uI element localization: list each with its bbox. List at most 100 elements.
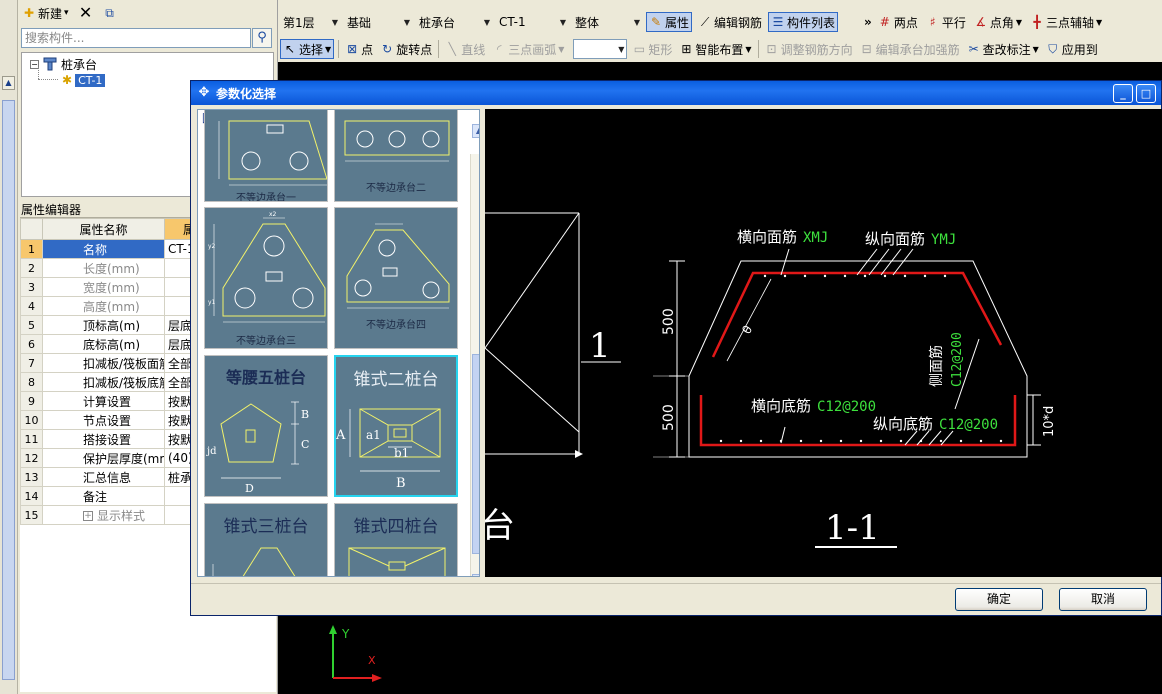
list-icon: ☰ — [772, 15, 784, 29]
search-input[interactable]: 搜索构件... — [21, 28, 251, 48]
smart-layout-button[interactable]: ⊞ 智能布置 ▼ — [677, 39, 753, 59]
property-name: 保护层厚度(mm) — [42, 448, 165, 468]
minimize-icon: _ — [1120, 87, 1126, 100]
tree-node-ct1[interactable]: ✱ CT-1 — [62, 72, 106, 88]
dropdown-arrow-icon: ▼ — [331, 17, 338, 27]
component-list-button[interactable]: ☰ 构件列表 — [768, 12, 839, 32]
apply-to-button[interactable]: ⛉ 应用到 — [1044, 39, 1100, 59]
property-name: 宽度(mm) — [42, 277, 165, 297]
maximize-button[interactable]: □ — [1136, 84, 1156, 103]
parallel-icon: ♯ — [929, 15, 936, 29]
edit-cap-rebar-button[interactable]: ⊟ 编辑承台加强筋 — [858, 39, 962, 59]
delete-component-button[interactable]: ✕ — [77, 3, 95, 23]
line-label: 直线 — [461, 42, 486, 57]
scroll-thumb[interactable] — [472, 354, 479, 554]
shape-tile-cone-three-pile[interactable]: 锥式三桩台 — [204, 503, 328, 576]
left-scrollbar[interactable]: ▲ — [0, 0, 18, 694]
shape-tile-cone-two-pile[interactable]: 锥式二桩台 A a1 b1 B — [334, 355, 458, 497]
component-select[interactable]: CT-1 ▼ — [496, 12, 568, 32]
search-icon[interactable]: ⚲ — [252, 28, 272, 48]
property-name: 底标高(m) — [42, 334, 165, 354]
arc-icon: ◜ — [496, 42, 502, 56]
edit-rebar-label: 编辑钢筋 — [714, 15, 763, 30]
expand-icon[interactable]: + — [83, 511, 93, 521]
scroll-down-arrow-icon[interactable]: ▼ — [472, 574, 479, 576]
shape-tile-uneven-cap-2[interactable]: 不等边承台二 — [334, 110, 458, 202]
arc-label: 三点画弧 — [508, 42, 557, 57]
rotate-icon: ↻ — [382, 42, 393, 56]
adjust-rebar-direction-button[interactable]: ⊡ 调整钢筋方向 — [763, 39, 855, 59]
adjust-rebar-label: 调整钢筋方向 — [780, 42, 853, 57]
three-point-aux-axis-button[interactable]: ╋ 三点辅轴 ▼ — [1028, 12, 1104, 32]
dim-anchor-label: 10*d — [1042, 406, 1057, 437]
edit-rebar-button[interactable]: ⟋ 编辑钢筋 — [696, 12, 764, 32]
uneven-cap-3-diagram: x2 y2 y1 — [208, 211, 326, 323]
tile-caption: 不等边承台四 — [366, 320, 426, 331]
dim-label: x2 — [269, 211, 277, 218]
scroll-thumb[interactable] — [2, 100, 15, 680]
point-angle-axis-button[interactable]: ∡ 点角 ▼ — [972, 12, 1024, 32]
two-point-axis-button[interactable]: # 两点 — [876, 12, 920, 32]
category-select[interactable]: 基础 ▼ — [344, 12, 412, 32]
floor-select[interactable]: 第1层 ▼ — [280, 12, 340, 32]
dim-label: a1 — [366, 428, 381, 442]
property-name: 扣减板/筏板面筋 — [42, 353, 165, 373]
shape-tile-uneven-cap-4[interactable]: 不等边承台四 — [334, 207, 458, 349]
check-mark-label: 查改标注 — [982, 42, 1031, 57]
property-name: 顶标高(m) — [42, 315, 165, 335]
dropdown-arrow-icon: ▼ — [403, 17, 410, 27]
cone-four-pile-diagram — [348, 547, 446, 576]
edit-cap-rebar-icon: ⊟ — [861, 42, 872, 56]
rect-tool-button[interactable]: ▭ 矩形 — [630, 39, 674, 59]
new-component-button[interactable]: ✚ 新建 ▾ — [20, 3, 71, 23]
dropdown-arrow-icon: ▼ — [633, 17, 640, 27]
component-type-select[interactable]: 桩承台 ▼ — [416, 12, 492, 32]
row-number: 5 — [20, 315, 43, 335]
arc-tool-button[interactable]: ◜ 三点画弧 ▼ — [490, 39, 566, 59]
y-axis-label: Y — [341, 627, 350, 641]
tree-node-pile-cap[interactable]: − 桩承台 — [30, 56, 97, 72]
pile-cap-icon — [43, 57, 57, 71]
dialog-titlebar[interactable]: ✥ 参数化选择 _ □ — [191, 81, 1161, 105]
shape-tile-isosceles-five-pile[interactable]: 等腰五桩台 B C D jd — [204, 355, 328, 497]
tree-node-label: CT-1 — [75, 73, 106, 87]
cone-two-pile-diagram: A a1 b1 B — [336, 408, 441, 491]
property-name: 节点设置 — [42, 410, 165, 430]
line-tool-button[interactable]: ╲ 直线 — [443, 39, 487, 59]
top-longitudinal-code: YMJ — [931, 232, 956, 248]
rect-icon: ▭ — [633, 42, 646, 56]
row-number: 4 — [20, 296, 43, 316]
property-name: 汇总信息 — [42, 467, 165, 487]
point-tool-button[interactable]: ⊠ 点 — [343, 39, 375, 59]
shape-tile-uneven-cap-1[interactable]: 不等边承台一 — [204, 110, 328, 202]
scroll-up-arrow-icon[interactable]: ▲ — [2, 76, 15, 90]
point-icon: ⊠ — [347, 42, 358, 56]
copy-component-button[interactable]: ⧉ — [101, 3, 119, 23]
row-number: 11 — [20, 429, 43, 449]
shape-gallery-scrollbar[interactable]: ▲ ▼ — [470, 124, 479, 576]
shape-tile-cone-four-pile[interactable]: 锥式四桩台 — [334, 503, 458, 576]
property-button[interactable]: ✎ 属性 — [646, 12, 693, 32]
select-tool-button[interactable]: ↖ 选择 ▼ — [280, 39, 335, 59]
toolbar-overflow-icon[interactable]: » — [864, 15, 872, 29]
shape-tile-uneven-cap-3[interactable]: x2 y2 y1 不等边承台三 — [204, 207, 328, 349]
cancel-button[interactable]: 取消 — [1059, 588, 1147, 611]
apply-to-label: 应用到 — [1061, 42, 1098, 57]
row-number: 1 — [20, 239, 43, 259]
minimize-button[interactable]: _ — [1113, 84, 1133, 103]
dim-label: y1 — [208, 299, 216, 306]
dim-label: D — [245, 482, 254, 495]
toolbar-separator — [338, 40, 340, 58]
check-mark-button[interactable]: ✂ 查改标注 ▼ — [965, 39, 1041, 59]
row-number: 12 — [20, 448, 43, 468]
mode-select[interactable]: 整体 ▼ — [572, 12, 642, 32]
rotate-point-tool-button[interactable]: ↻ 旋转点 — [378, 39, 434, 59]
property-name: 计算设置 — [42, 391, 165, 411]
parallel-label: 平行 — [941, 15, 966, 30]
apply-to-icon: ⛉ — [1048, 42, 1058, 56]
parallel-axis-button[interactable]: ♯ 平行 — [924, 12, 968, 32]
scroll-up-arrow-icon[interactable]: ▲ — [472, 124, 479, 138]
arc-param-select[interactable]: ▼ — [573, 39, 628, 59]
copy-icon: ⧉ — [105, 6, 114, 20]
ok-button[interactable]: 确定 — [955, 588, 1043, 611]
